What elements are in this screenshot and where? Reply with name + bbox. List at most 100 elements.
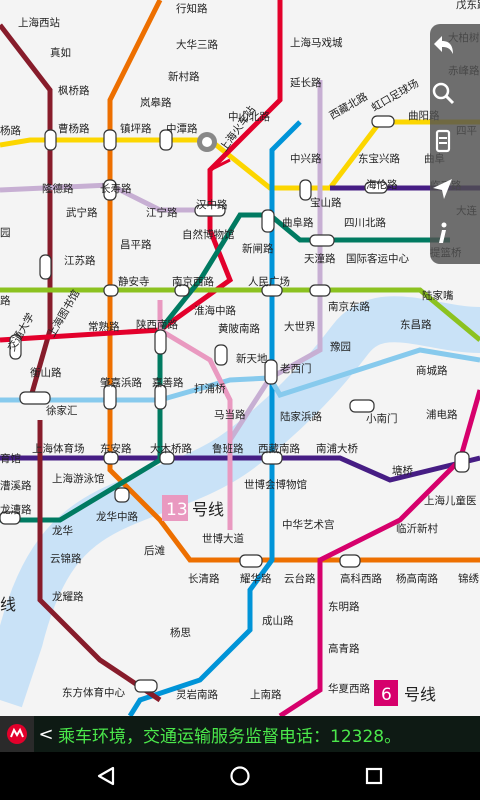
station-label[interactable]: 龙耀路: [52, 590, 84, 603]
station-label[interactable]: 江宁路: [146, 206, 178, 219]
station-label[interactable]: 枫桥路: [58, 84, 90, 97]
station-label[interactable]: 路: [0, 294, 11, 307]
station-label[interactable]: 武宁路: [66, 206, 98, 219]
interchange[interactable]: [214, 344, 228, 366]
station-label[interactable]: 岚皋路: [140, 96, 172, 109]
station-label[interactable]: 陆家浜路: [280, 410, 322, 423]
interchange[interactable]: [454, 451, 470, 473]
station-label[interactable]: 云锦路: [50, 552, 82, 565]
interchange[interactable]: [261, 209, 275, 233]
list-button[interactable]: [430, 128, 480, 176]
station-label[interactable]: 浦电路: [426, 408, 458, 421]
station-label[interactable]: 肇嘉浜路: [100, 376, 142, 389]
station-label[interactable]: 上海游泳馆: [52, 472, 105, 485]
interchange[interactable]: [371, 115, 395, 128]
station-label[interactable]: 上海马戏城: [290, 36, 343, 49]
station-label[interactable]: 曹杨路: [58, 122, 90, 135]
station-label[interactable]: 上海西站: [18, 16, 60, 29]
nav-recents-button[interactable]: [344, 752, 404, 800]
station-label[interactable]: 延长路: [290, 76, 322, 89]
station-label[interactable]: 高科西路: [340, 572, 382, 585]
station-label[interactable]: 陕西南路: [136, 318, 178, 331]
station-label[interactable]: 中山北路: [228, 110, 270, 123]
station-label[interactable]: 马当路: [214, 408, 246, 421]
station-label[interactable]: 东宝兴路: [358, 152, 400, 165]
station-label[interactable]: 东明路: [328, 600, 360, 613]
station-label[interactable]: 中兴路: [290, 152, 322, 165]
station-label[interactable]: 人民广场: [248, 275, 290, 288]
interchange[interactable]: [39, 254, 52, 280]
station-label[interactable]: 江苏路: [64, 254, 96, 267]
station-label[interactable]: 杨高南路: [396, 572, 438, 585]
station-label[interactable]: 上海体育场: [32, 442, 85, 455]
interchange[interactable]: [114, 487, 130, 503]
locate-button[interactable]: [430, 176, 480, 224]
station-label[interactable]: 昌平路: [120, 238, 152, 251]
station-label[interactable]: 耀华路: [240, 572, 272, 585]
station-label[interactable]: 成山路: [262, 614, 294, 627]
station-label[interactable]: 宝山路: [310, 196, 342, 209]
station-label[interactable]: 曲阜路: [282, 216, 314, 229]
station-label[interactable]: 真如: [50, 46, 71, 59]
station-label[interactable]: 自然博物馆: [182, 228, 235, 241]
station-label[interactable]: 漕溪路: [0, 479, 32, 492]
station-label[interactable]: 中潭路: [166, 122, 198, 135]
station-label[interactable]: 黄陂南路: [218, 322, 260, 335]
ticker-back-button[interactable]: <: [34, 716, 58, 752]
interchange[interactable]: [339, 554, 361, 568]
interchange[interactable]: [309, 234, 335, 247]
station-label[interactable]: 嘉善路: [152, 376, 184, 389]
station-label[interactable]: 杨路: [0, 124, 21, 137]
station-label[interactable]: 新闸路: [242, 242, 274, 255]
station-label[interactable]: 塘桥: [392, 464, 413, 477]
station-label[interactable]: 东昌路: [400, 318, 432, 331]
station-label[interactable]: 四川北路: [344, 216, 386, 229]
station-label[interactable]: 陆家嘴: [422, 289, 454, 302]
station-label[interactable]: 新村路: [168, 70, 200, 83]
station-label[interactable]: 西藏北路: [327, 90, 370, 123]
station-label[interactable]: 大世界: [284, 320, 316, 333]
nav-back-button[interactable]: [76, 752, 136, 800]
station-label[interactable]: 镇坪路: [120, 122, 152, 135]
station-label[interactable]: 大木桥路: [150, 442, 192, 455]
station-label[interactable]: 园: [0, 227, 11, 239]
interchange[interactable]: [239, 554, 263, 568]
station-label[interactable]: 商城路: [416, 364, 448, 377]
station-label[interactable]: 龙漕路: [0, 503, 32, 516]
station-label[interactable]: 隆德路: [42, 182, 74, 195]
station-label[interactable]: 鲁班路: [212, 442, 244, 455]
station-label[interactable]: 国际客运中心: [346, 252, 409, 265]
station-label[interactable]: 小南门: [366, 412, 398, 425]
station-label[interactable]: 高青路: [328, 642, 360, 655]
station-label[interactable]: 老西门: [280, 362, 312, 375]
station-label[interactable]: 豫园: [330, 340, 351, 353]
station-label[interactable]: 上海儿童医: [424, 494, 477, 507]
search-button[interactable]: [430, 80, 480, 128]
station-label[interactable]: 淮海中路: [194, 304, 236, 317]
interchange[interactable]: [19, 391, 51, 405]
interchange[interactable]: [309, 284, 331, 297]
info-button[interactable]: [430, 220, 480, 268]
station-label[interactable]: 戊东路: [456, 0, 480, 11]
station-label[interactable]: 世博会博物馆: [244, 478, 307, 491]
interchange[interactable]: [44, 129, 57, 151]
station-label[interactable]: 大华三路: [176, 38, 218, 51]
station-label[interactable]: 长清路: [188, 572, 220, 585]
station-label[interactable]: 云台路: [284, 572, 316, 585]
interchange[interactable]: [349, 399, 375, 413]
station-label[interactable]: 杨思: [170, 626, 191, 639]
station-label[interactable]: 常熟路: [88, 320, 120, 333]
station-label[interactable]: 灵岩南路: [176, 688, 218, 701]
station-label[interactable]: 中华艺术宫: [282, 518, 335, 531]
station-label[interactable]: 海伦路: [366, 178, 398, 191]
interchange[interactable]: [134, 679, 158, 693]
station-label[interactable]: 后滩: [144, 544, 165, 557]
station-label[interactable]: 育馆: [0, 452, 21, 465]
nav-home-button[interactable]: [210, 752, 270, 800]
station-label[interactable]: 南浦大桥: [316, 442, 358, 455]
station-label[interactable]: 龙华中路: [96, 510, 138, 523]
station-label[interactable]: 龙华: [52, 524, 73, 537]
station-label[interactable]: 西藏南路: [258, 442, 300, 455]
station-label[interactable]: 临沂新村: [396, 522, 438, 535]
station-label[interactable]: 衡山路: [30, 366, 62, 379]
